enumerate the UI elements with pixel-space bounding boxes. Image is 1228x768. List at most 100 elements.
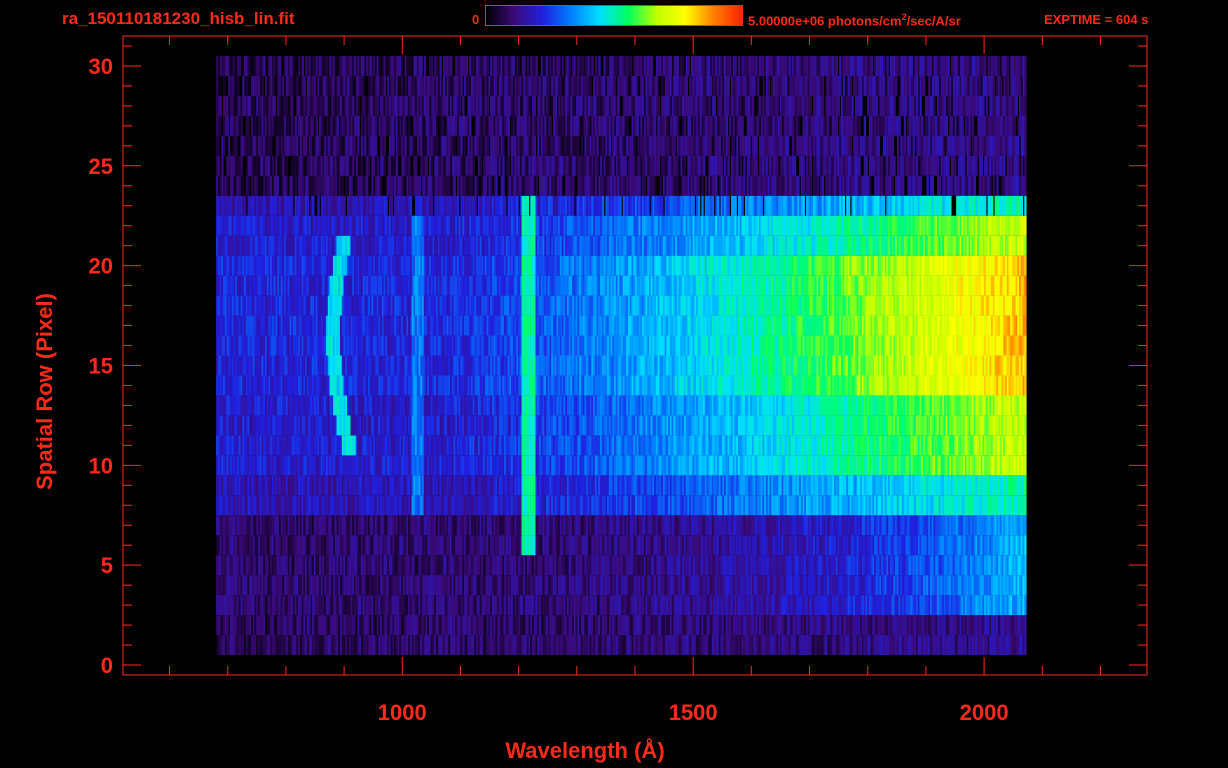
heatmap-cell [486,95,489,116]
heatmap-cell [423,55,427,76]
heatmap-cell [317,195,320,216]
heatmap-cell [340,95,343,116]
heatmap-cell [453,175,456,196]
heatmap-cell [439,55,442,76]
heatmap-cell [257,75,261,96]
heatmap-cell [360,155,364,176]
heatmap-cell [256,155,259,176]
heatmap-cell [270,135,273,156]
heatmap-cell [470,175,474,196]
heatmap-cell [247,75,250,96]
heatmap-cell [484,175,488,196]
spectrum-plot: 1000 1500 2000051015202530 Wavelength (Å) … [32,35,1148,763]
heatmap-cell [367,175,371,196]
heatmap-cell [479,155,482,176]
heatmap-cell [313,75,317,96]
heatmap-cell [383,135,386,156]
heatmap-cell [413,135,416,156]
heatmap-cell [415,155,418,176]
heatmap-cell [409,195,413,216]
heatmap-cell [357,115,360,136]
heatmap-cell [486,135,489,156]
heatmap-cell [223,135,226,156]
heatmap-cell [296,75,299,96]
heatmap-cell [306,195,310,216]
heatmap-cell [420,135,423,156]
heatmap-cell [216,75,219,96]
heatmap-cell [436,115,439,136]
heatmap-cell [388,155,392,176]
heatmap-cell [327,95,331,116]
heatmap-cell [390,195,393,216]
heatmap-cell [463,135,467,156]
heatmap-cell [497,135,500,156]
heatmap-cell [408,155,411,176]
heatmap-cell [469,115,472,136]
heatmap-cell [240,115,243,136]
heatmap-cell [425,155,428,176]
heatmap-cell [460,75,463,96]
heatmap-cell [217,135,221,156]
heatmap-cell [285,155,289,176]
heatmap-cell [221,155,224,176]
heatmap-cell [385,195,388,216]
heatmap-cell [219,75,222,96]
heatmap-cell [303,75,306,96]
heatmap-cell [308,55,311,76]
heatmap-cell [448,155,451,176]
heatmap-cell [343,195,346,216]
heatmap-cell [490,175,493,196]
heatmap-cell [427,95,430,116]
heatmap-cell [418,175,421,196]
heatmap-cell [374,115,378,136]
heatmap-cell [458,95,462,116]
heatmap-cell [301,55,304,76]
heatmap-cell [462,95,465,116]
heatmap-cell [237,75,240,96]
heatmap-cell [336,115,339,136]
heatmap-cell [474,195,477,216]
heatmap-cell [374,135,378,156]
heatmap-cell [352,75,355,96]
heatmap-cell [277,135,280,156]
heatmap-cell [448,175,451,196]
heatmap-cell [259,175,263,196]
heatmap-cell [341,175,345,196]
heatmap-cell [235,135,238,156]
heatmap-cell [395,155,399,176]
heatmap-cell [357,95,360,116]
heatmap-cell [495,175,498,196]
heatmap-cell [378,55,381,76]
heatmap-cell [512,115,516,136]
heatmap-cell [383,75,386,96]
heatmap-cell [219,95,222,116]
heatmap-cell [273,95,277,116]
heatmap-cell [436,75,439,96]
heatmap-cell [305,135,308,156]
heatmap-image [216,55,1027,656]
heatmap-cell [238,175,242,196]
heatmap-cell [504,195,507,216]
heatmap-cell [449,55,453,76]
heatmap-cell [291,195,294,216]
heatmap-cell [408,115,411,136]
heatmap-cell [240,155,243,176]
heatmap-cell [430,195,434,216]
heatmap-cell [226,115,229,136]
heatmap-cell [420,55,423,76]
heatmap-cell [242,175,245,196]
heatmap-cell [355,155,359,176]
heatmap-cell [453,135,456,156]
heatmap-cell [460,135,463,156]
heatmap-cell [376,95,380,116]
heatmap-cell [507,115,510,136]
heatmap-cell [476,175,479,196]
heatmap-cell [367,155,371,176]
heatmap-cell [238,55,242,76]
heatmap-cell [352,95,355,116]
heatmap-cell [352,155,355,176]
heatmap-cell [404,75,407,96]
heatmap-cell [242,75,245,96]
heatmap-cell [244,195,247,216]
heatmap-cell [392,135,395,156]
